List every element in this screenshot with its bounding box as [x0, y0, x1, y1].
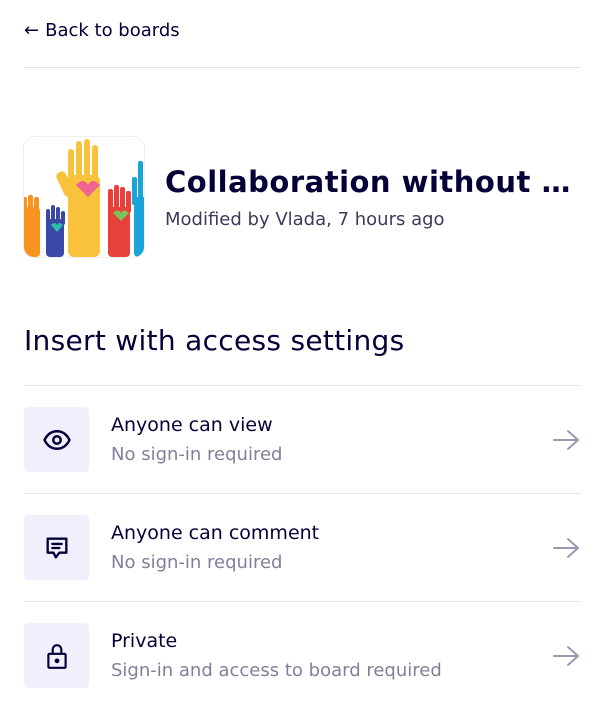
board-modified: Modified by Vlada, 7 hours ago: [165, 208, 445, 230]
eye-icon: [24, 407, 89, 472]
board-header: Collaboration without co... Modified by …: [24, 137, 580, 257]
option-subtitle: No sign-in required: [111, 444, 283, 465]
arrow-right-icon: [553, 645, 579, 666]
board-title: Collaboration without co...: [165, 164, 580, 199]
back-label: Back to boards: [45, 20, 180, 41]
option-anyone-can-view[interactable]: Anyone can view No sign-in required: [24, 386, 581, 493]
back-to-boards-link[interactable]: ← Back to boards: [24, 20, 180, 41]
option-subtitle: No sign-in required: [111, 552, 283, 573]
arrow-right-icon: [553, 537, 579, 558]
comment-icon: [24, 515, 89, 580]
option-subtitle: Sign-in and access to board required: [111, 660, 442, 681]
board-thumbnail: [24, 137, 144, 257]
section-heading: Insert with access settings: [24, 324, 405, 357]
raised-hands-illustration: [24, 139, 144, 257]
option-title: Anyone can view: [111, 414, 273, 436]
option-anyone-can-comment[interactable]: Anyone can comment No sign-in required: [24, 494, 581, 601]
option-title: Private: [111, 630, 178, 652]
divider: [24, 67, 581, 68]
arrow-right-icon: [553, 429, 579, 450]
option-title: Anyone can comment: [111, 522, 320, 544]
lock-icon: [24, 623, 89, 688]
arrow-left-icon: ←: [24, 19, 40, 41]
option-private[interactable]: Private Sign-in and access to board requ…: [24, 602, 581, 709]
